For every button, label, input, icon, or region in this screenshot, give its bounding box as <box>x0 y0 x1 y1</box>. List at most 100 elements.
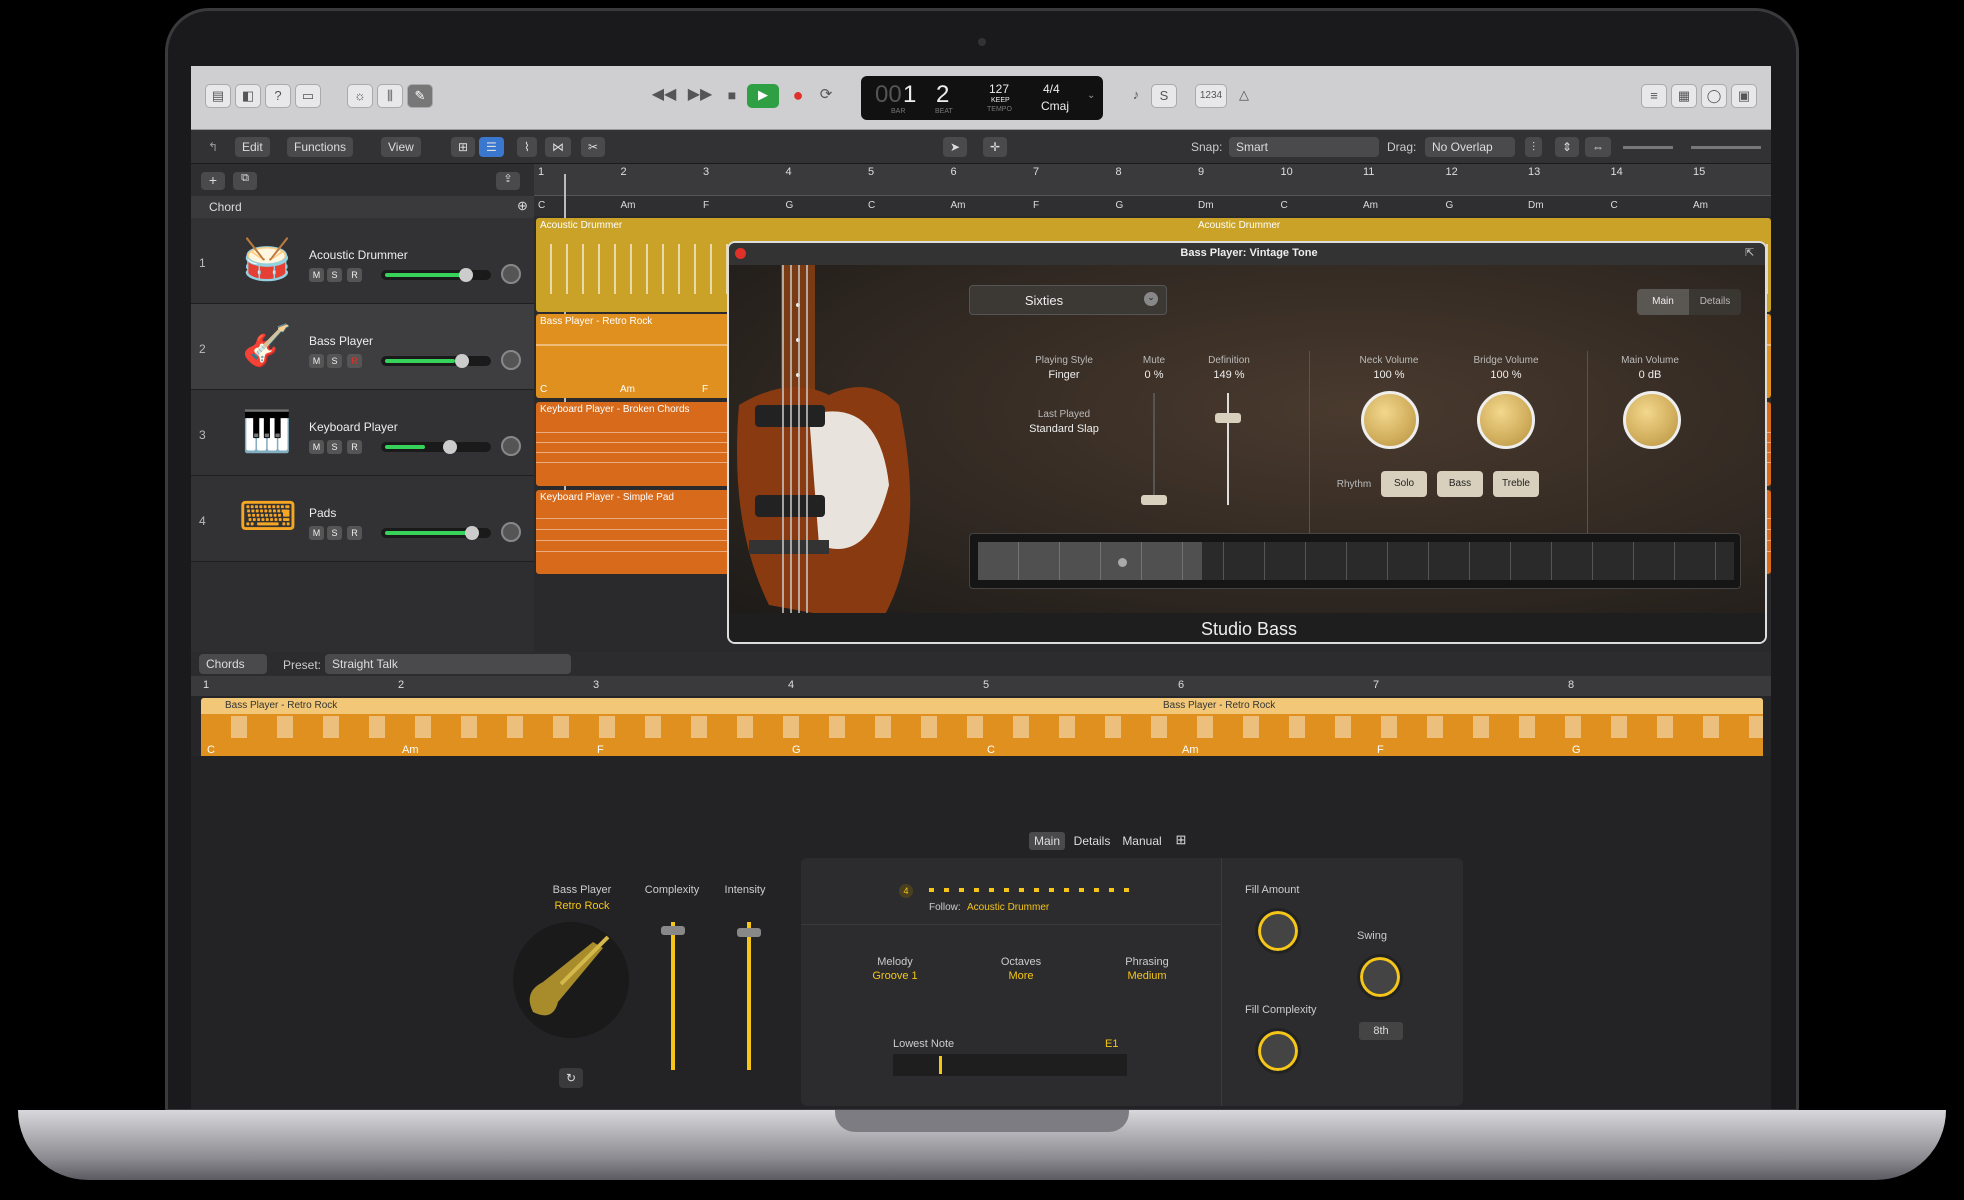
neck-volume-knob[interactable] <box>1361 391 1419 449</box>
chord-symbol[interactable]: C <box>868 200 875 211</box>
lowest-note-slider[interactable] <box>893 1054 1127 1076</box>
chord-symbol[interactable]: Dm <box>1528 200 1544 211</box>
volume-thumb[interactable] <box>443 440 457 454</box>
play-button[interactable]: ▶ <box>747 84 779 108</box>
tuner-icon[interactable]: ♪ <box>1123 84 1149 108</box>
chord-symbol[interactable]: Am <box>951 200 966 211</box>
volume-thumb[interactable] <box>459 268 473 282</box>
fill-complexity-knob[interactable] <box>1255 1028 1301 1074</box>
complexity-slider[interactable] <box>671 922 675 1070</box>
edit-menu[interactable]: Edit <box>235 137 270 157</box>
pointer-tool-icon[interactable]: ➤ <box>943 137 968 157</box>
record-enable-button[interactable]: R <box>347 268 362 282</box>
chord-symbol[interactable]: C <box>538 200 545 211</box>
ruler[interactable]: 1 2 3 4 5 6 7 8 9 10 11 12 13 14 15 <box>534 164 1771 196</box>
intensity-slider[interactable] <box>747 922 751 1070</box>
waveform-zoom-icon[interactable]: ⫶ <box>1525 137 1543 157</box>
intensity-thumb[interactable] <box>737 928 761 937</box>
count-in-button[interactable]: 1234 <box>1195 84 1227 108</box>
add-chord-icon[interactable]: ⊕ <box>517 198 528 214</box>
tab-details[interactable]: Details <box>1689 289 1741 315</box>
volume-fader[interactable] <box>381 268 491 282</box>
chord-symbol[interactable]: F <box>1033 200 1039 211</box>
chord-symbol[interactable]: Am <box>1693 200 1708 211</box>
smart-controls-icon[interactable]: ☼ <box>347 84 373 108</box>
bridge-volume-knob[interactable] <box>1477 391 1535 449</box>
duplicate-track-icon[interactable]: ⧉ <box>233 172 257 190</box>
stop-icon[interactable]: ■ <box>719 84 745 108</box>
record-enable-button[interactable]: R <box>347 354 362 368</box>
tab-manual[interactable]: Manual <box>1117 832 1167 850</box>
chord-symbol[interactable]: C <box>1611 200 1618 211</box>
chords-menu[interactable]: Chords <box>199 654 267 674</box>
chord-symbol[interactable]: F <box>703 200 709 211</box>
tab-main[interactable]: Main <box>1637 289 1689 315</box>
functions-menu[interactable]: Functions <box>287 137 354 157</box>
browser-icon[interactable]: ▣ <box>1731 84 1757 108</box>
solo-button[interactable]: S <box>327 440 342 454</box>
bass-button[interactable]: Bass <box>1437 471 1483 497</box>
notepad-icon[interactable]: ▦ <box>1671 84 1697 108</box>
horizontal-zoom-icon[interactable]: ⇔ <box>1585 137 1611 157</box>
chord-track-icon[interactable]: ☰ <box>479 137 504 157</box>
mute-slider[interactable] <box>1153 393 1155 505</box>
volume-fader[interactable] <box>381 440 491 454</box>
record-enable-button[interactable]: R <box>347 526 362 540</box>
follow-value[interactable]: Acoustic Drummer <box>967 902 1049 913</box>
lowest-note-thumb[interactable] <box>939 1056 942 1074</box>
solo-button[interactable]: S <box>327 354 342 368</box>
list-editors-icon[interactable]: ≡ <box>1641 84 1667 108</box>
chevron-down-icon[interactable]: ⌄ <box>1144 292 1158 306</box>
editor-region[interactable]: Bass Player - Retro Rock Bass Player - R… <box>201 698 1763 762</box>
inspector-icon[interactable]: ◧ <box>235 84 261 108</box>
flex-icon[interactable]: ⋈ <box>545 137 571 157</box>
definition-slider[interactable] <box>1227 393 1229 505</box>
pattern-number[interactable]: 4 <box>899 884 913 898</box>
main-volume-knob[interactable] <box>1623 391 1681 449</box>
editor-ruler[interactable]: 1 2 3 4 5 6 7 8 <box>191 676 1771 696</box>
chord-symbol[interactable]: G <box>1116 200 1124 211</box>
automation-icon[interactable]: ⌇ <box>517 137 537 157</box>
volume-thumb[interactable] <box>455 354 469 368</box>
vertical-zoom-slider[interactable] <box>1623 146 1673 149</box>
cycle-icon[interactable]: ⟳ <box>813 84 839 108</box>
tab-main[interactable]: Main <box>1029 832 1065 850</box>
mute-slider-thumb[interactable] <box>1141 495 1167 505</box>
chord-symbol[interactable]: G <box>786 200 794 211</box>
swing-knob[interactable] <box>1357 954 1403 1000</box>
record-enable-button[interactable]: R <box>347 440 362 454</box>
loop-browser-icon[interactable]: ◯ <box>1701 84 1727 108</box>
pattern-dots[interactable] <box>929 888 1129 892</box>
complexity-thumb[interactable] <box>661 926 685 935</box>
help-icon[interactable]: ? <box>265 84 291 108</box>
toolbar-icon[interactable]: ▭ <box>295 84 321 108</box>
global-tracks-icon[interactable]: ⇪ <box>496 172 520 190</box>
chevron-down-icon[interactable]: ⌄ <box>1087 90 1095 101</box>
crosshair-tool-icon[interactable]: ✛ <box>983 137 1008 157</box>
definition-slider-thumb[interactable] <box>1215 413 1241 423</box>
tab-details[interactable]: Details <box>1069 832 1115 850</box>
volume-thumb[interactable] <box>465 526 479 540</box>
chord-symbol[interactable]: C <box>1281 200 1288 211</box>
pan-knob[interactable] <box>501 436 521 456</box>
mixer-icon[interactable]: ⫼ <box>377 84 403 108</box>
back-icon[interactable]: ↰ <box>201 137 225 157</box>
mute-button[interactable]: M <box>309 268 324 282</box>
preset-select[interactable]: Sixties ⌄ <box>969 285 1167 315</box>
phrasing-value[interactable]: Medium <box>1107 970 1187 982</box>
pan-knob[interactable] <box>501 264 521 284</box>
track-header-3[interactable]: 3 🎹 Keyboard Player M S R <box>191 390 534 476</box>
fretboard-display[interactable] <box>969 533 1741 589</box>
volume-fader[interactable] <box>381 526 491 540</box>
playing-style-value[interactable]: Finger <box>1019 369 1109 381</box>
mute-button[interactable]: M <box>309 440 324 454</box>
pan-knob[interactable] <box>501 350 521 370</box>
snap-select[interactable]: Smart <box>1229 137 1379 157</box>
solo-button[interactable]: S <box>327 526 342 540</box>
player-avatar[interactable] <box>513 922 629 1038</box>
record-button[interactable]: ● <box>785 84 811 108</box>
swing-value[interactable]: 8th <box>1359 1022 1403 1040</box>
chord-symbol[interactable]: G <box>1446 200 1454 211</box>
mute-button[interactable]: M <box>309 354 324 368</box>
collapse-icon[interactable]: ⇱ <box>1745 246 1754 259</box>
